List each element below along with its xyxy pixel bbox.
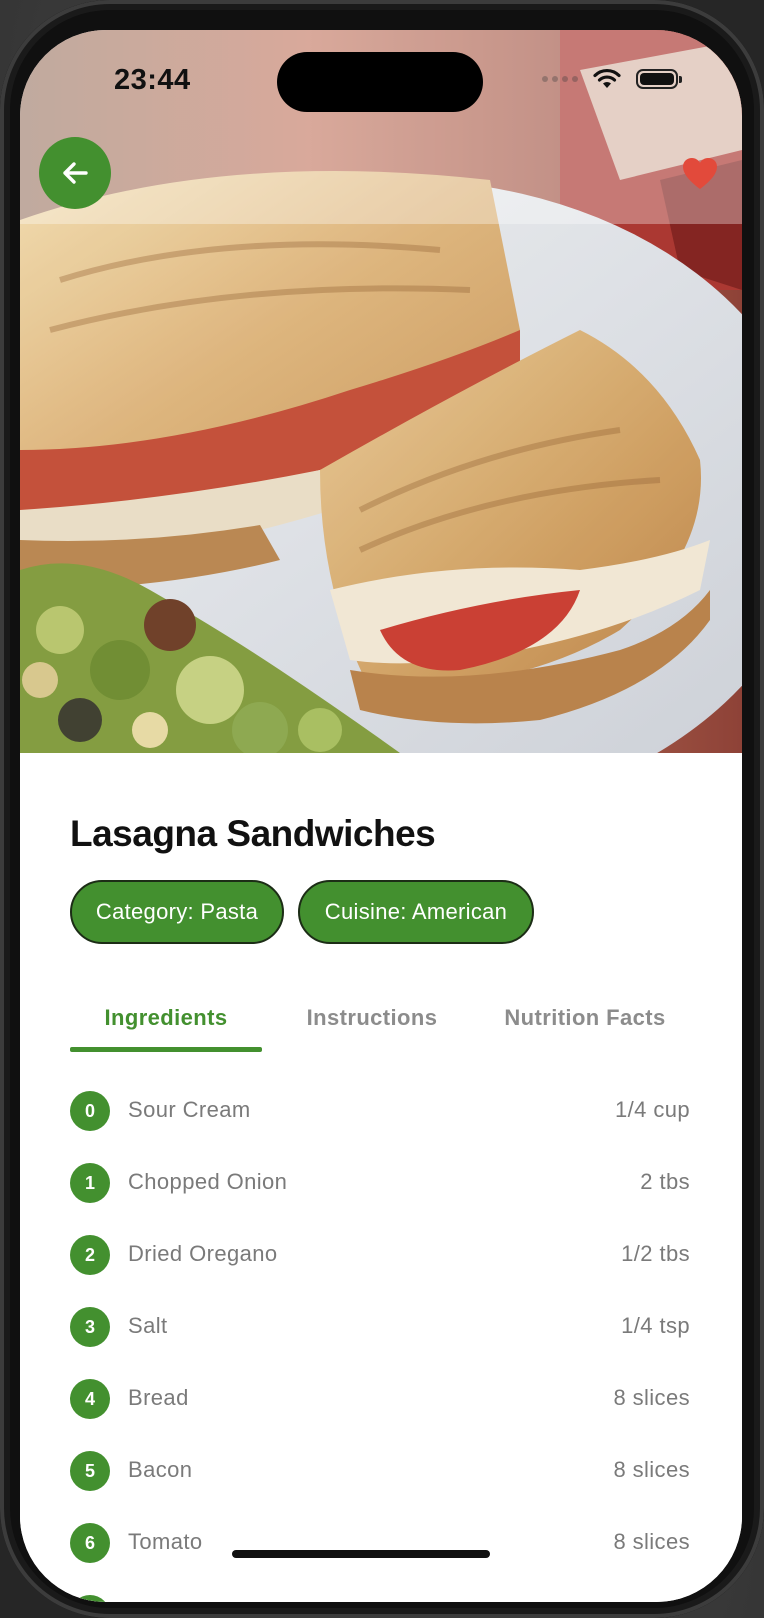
ingredient-index-badge [70,1595,110,1602]
heart-icon[interactable] [682,157,718,191]
active-tab-indicator [70,1047,262,1052]
list-item: 4 Bread 8 slices [70,1363,690,1435]
cuisine-chip[interactable]: Cuisine: American [298,880,534,944]
wifi-icon [593,68,621,88]
list-item: 2 Dried Oregano 1/2 tbs [70,1219,690,1291]
category-chip[interactable]: Category: Pasta [70,880,284,944]
ingredient-index-badge: 2 [70,1235,110,1275]
list-item [70,1579,690,1602]
ingredient-name: Bread [128,1385,189,1410]
list-item: 3 Salt 1/4 tsp [70,1291,690,1363]
ingredient-quantity: 2 tbs [640,1169,690,1194]
list-item: 5 Bacon 8 slices [70,1435,690,1507]
back-button[interactable] [39,137,111,209]
ingredient-name: Chopped Onion [128,1169,288,1194]
ingredient-index-badge: 3 [70,1307,110,1347]
ingredient-name: Sour Cream [128,1097,251,1122]
ingredient-name: Tomato [128,1529,203,1554]
ingredient-quantity: 1/4 cup [615,1097,690,1122]
ingredient-index-badge: 6 [70,1523,110,1563]
ingredient-index-badge: 5 [70,1451,110,1491]
phone-frame: 23:44 Lasagna Sandwiches Category: Pasta… [0,0,764,1618]
list-item: 0 Sour Cream 1/4 cup [70,1075,690,1147]
arrow-left-icon [63,162,88,184]
ingredient-index-badge: 1 [70,1163,110,1203]
dynamic-island [277,52,483,112]
ingredient-quantity: 1/2 tbs [621,1241,690,1266]
battery-icon [636,69,682,89]
ingredient-quantity: 1/4 tsp [621,1313,690,1338]
ingredient-quantity: 8 slices [613,1457,690,1482]
ingredient-name: Bacon [128,1457,193,1482]
status-time: 23:44 [114,64,191,96]
app-screen: 23:44 Lasagna Sandwiches Category: Pasta… [20,30,742,1602]
ingredient-quantity: 8 slices [613,1529,690,1554]
ingredient-list: 0 Sour Cream 1/4 cup 1 Chopped Onion 2 t… [70,1075,690,1602]
tab-ingredients[interactable]: Ingredients [70,985,262,1051]
home-indicator[interactable] [232,1550,490,1558]
tab-nutrition-facts[interactable]: Nutrition Facts [478,985,692,1051]
recipe-title: Lasagna Sandwiches [70,813,436,854]
ingredient-name: Dried Oregano [128,1241,278,1266]
ingredient-quantity: 8 slices [613,1385,690,1410]
status-icons [542,68,682,90]
recipe-details: Lasagna Sandwiches Category: Pasta Cuisi… [20,753,742,1602]
list-item: 1 Chopped Onion 2 tbs [70,1147,690,1219]
list-item: 6 Tomato 8 slices [70,1507,690,1579]
recipe-tabs: Ingredients Instructions Nutrition Facts [70,985,692,1055]
ingredient-name: Salt [128,1313,168,1338]
ingredient-index-badge: 0 [70,1091,110,1131]
tab-instructions[interactable]: Instructions [282,985,462,1051]
ingredient-index-badge: 4 [70,1379,110,1419]
cellular-icon [542,76,578,82]
